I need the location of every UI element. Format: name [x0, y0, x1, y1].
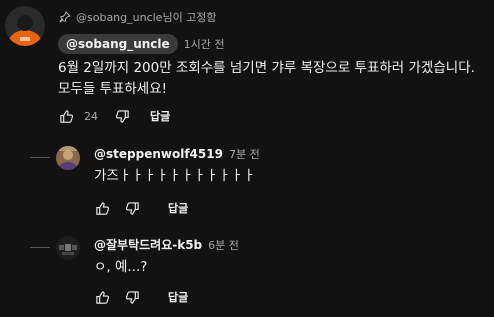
comment-actions: 24 답글	[58, 108, 170, 124]
comment-text-line: 모두들 투표하세요!	[58, 81, 168, 97]
comment-text-line: 6월 2일까지 200만 조회수를 넘기면 갸루 복장으로 투표하러 가겠습니다…	[58, 60, 475, 76]
thumbs-up-icon[interactable]	[94, 200, 110, 216]
author-name[interactable]: @잘부탁드려요-k5b	[94, 236, 202, 253]
avatar[interactable]	[56, 236, 80, 260]
reply-header: @steppenwolf4519 7분 전	[94, 146, 260, 162]
reply-button[interactable]: 답글	[168, 289, 188, 305]
avatar[interactable]	[56, 146, 80, 170]
thread-line	[30, 157, 50, 158]
thumbs-up-icon[interactable]	[94, 289, 110, 305]
comment-header: @sobang_uncle 1시간 전	[58, 34, 225, 54]
reply-button[interactable]: 답글	[150, 108, 170, 124]
comment-time[interactable]: 6분 전	[208, 237, 239, 253]
author-name[interactable]: @steppenwolf4519	[94, 147, 223, 161]
comment-time[interactable]: 1시간 전	[184, 36, 225, 52]
comments-section: @sobang_uncle님이 고정함 @sobang_uncle 1시간 전 …	[0, 0, 494, 317]
comment-time[interactable]: 7분 전	[229, 146, 260, 162]
reply-text: ㅇ, 예...?	[94, 259, 148, 275]
thread-line	[30, 247, 50, 248]
reply-button[interactable]: 답글	[168, 200, 188, 216]
thumbs-up-icon[interactable]	[58, 108, 74, 124]
avatar[interactable]	[5, 6, 45, 46]
reply-header: @잘부탁드려요-k5b 6분 전	[94, 236, 239, 253]
thumbs-down-icon[interactable]	[124, 200, 140, 216]
pinned-label: @sobang_uncle님이 고정함	[76, 11, 217, 24]
thumbs-down-icon[interactable]	[124, 289, 140, 305]
pin-icon	[58, 10, 72, 24]
author-name[interactable]: @sobang_uncle	[58, 34, 178, 54]
pinned-label-row: @sobang_uncle님이 고정함	[58, 9, 217, 25]
like-count: 24	[84, 109, 98, 123]
thumbs-down-icon[interactable]	[114, 108, 130, 124]
reply-actions: 답글	[94, 200, 188, 216]
reply-text: 가즈ㅏㅏㅏㅏㅏㅏㅏㅏㅏㅏㅏ	[94, 168, 256, 184]
reply-actions: 답글	[94, 289, 188, 305]
comment-text: 6월 2일까지 200만 조회수를 넘기면 갸루 복장으로 투표하러 가겠습니다…	[58, 58, 475, 100]
